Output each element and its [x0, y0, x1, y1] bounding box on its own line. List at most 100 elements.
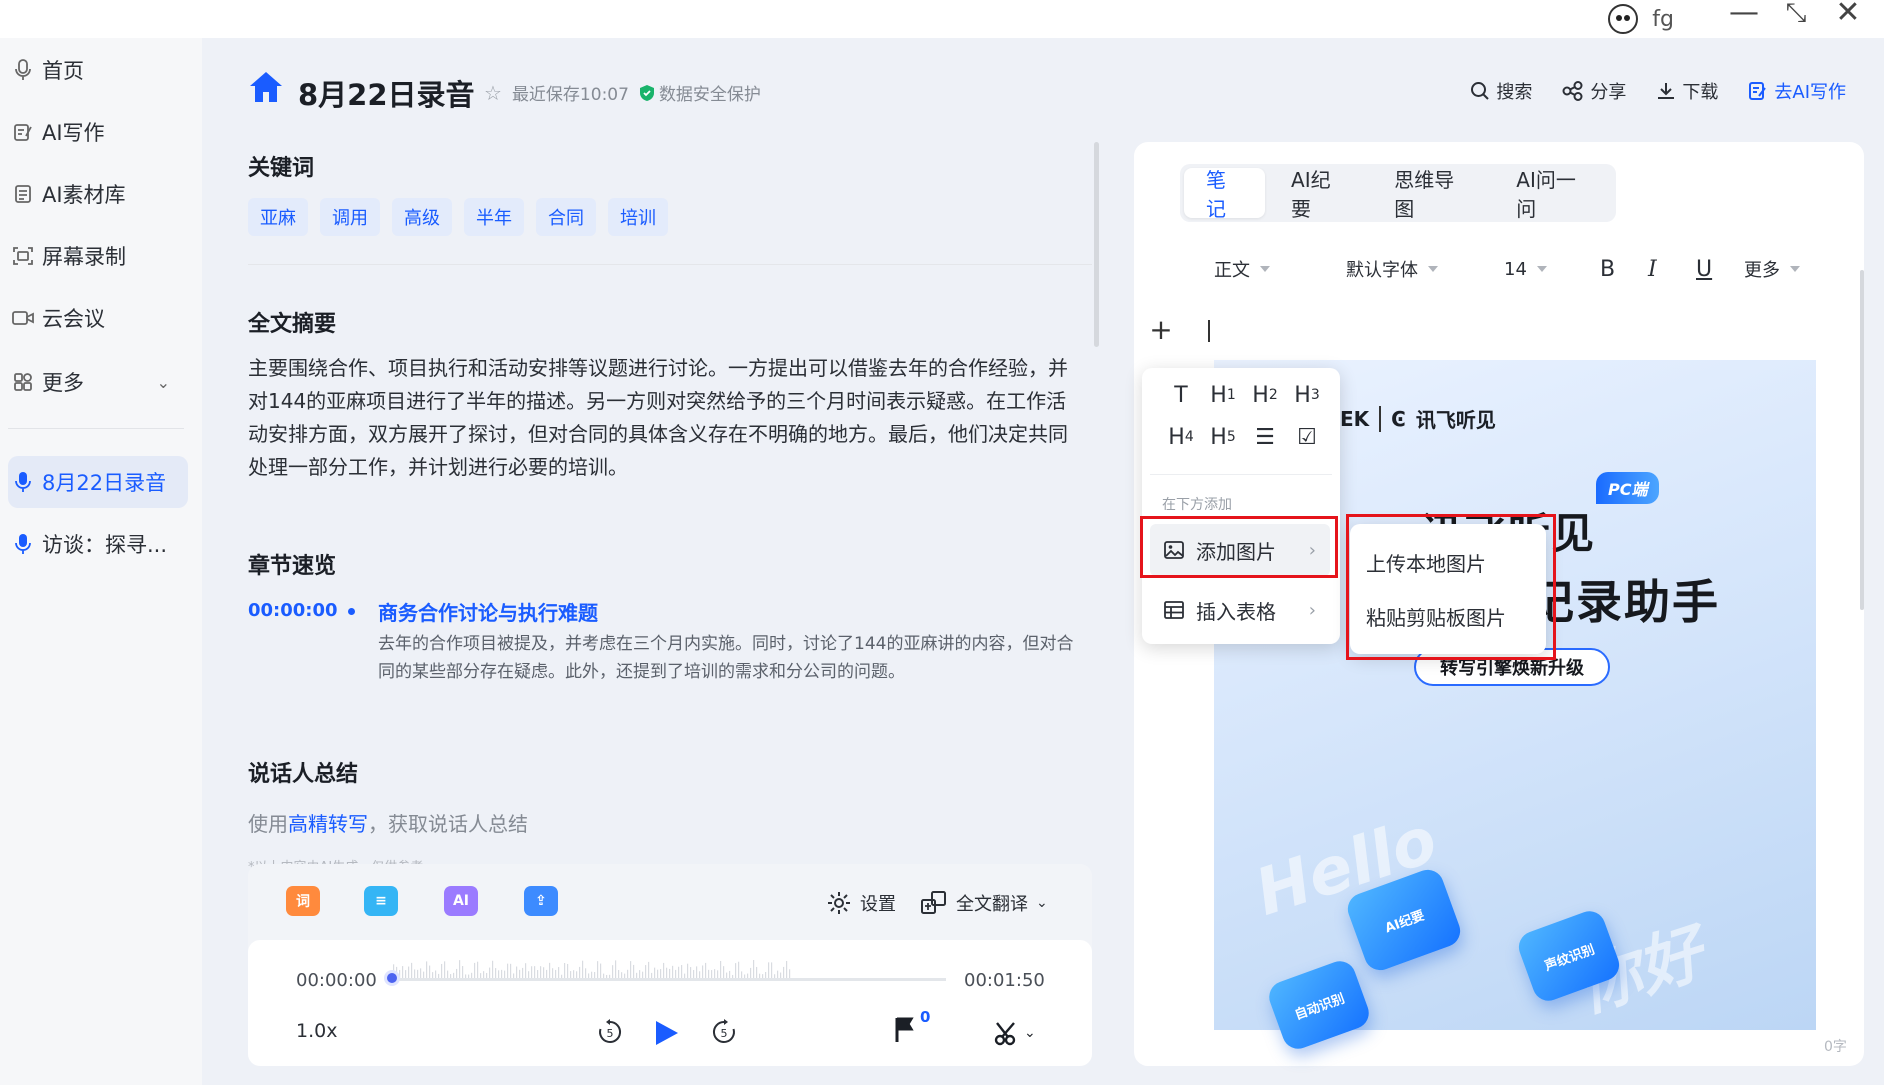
minimize-icon[interactable]: — — [1724, 0, 1764, 30]
sidebar-item-more[interactable]: 更多 ⌄ — [8, 356, 188, 408]
search-button[interactable]: 搜索 — [1470, 78, 1532, 104]
sidebar-recording-interview[interactable]: 访谈：探寻... — [8, 518, 188, 570]
page-title[interactable]: 8月22日录音 — [298, 72, 475, 114]
sidebar-recording-active[interactable]: 8月22日录音 — [8, 456, 188, 508]
waveform-bar — [729, 970, 731, 978]
caret-down-icon — [1260, 266, 1270, 272]
chapter-time[interactable]: 00:00:00 — [248, 600, 338, 621]
tab-mindmap[interactable]: 思维导图 — [1372, 168, 1490, 221]
bullet-list-icon[interactable]: ☰ — [1244, 424, 1286, 450]
waveform-bar — [723, 966, 725, 978]
home-icon[interactable] — [248, 70, 284, 108]
ai-write-button[interactable]: 去AI写作 — [1748, 78, 1846, 104]
poster-subheadline: 记录助手 — [1528, 575, 1720, 629]
chapter-title[interactable]: 商务合作讨论与执行难题 — [378, 597, 598, 626]
brand-logo-icon: EK — [1340, 406, 1370, 431]
waveform-bar — [663, 962, 665, 978]
speed-button[interactable]: 1.0x — [296, 1020, 337, 1042]
insert-table-item[interactable]: 插入表格 › — [1150, 584, 1330, 636]
block-type-grid: T H1 H2 H3 H4 H5 ☰ ☑ — [1160, 382, 1330, 450]
chevron-down-icon: ⌄ — [1036, 895, 1048, 911]
word-tool-icon[interactable]: 词 — [286, 886, 320, 916]
export-tool-icon[interactable]: ⇪ — [524, 886, 558, 916]
waveform-bar — [615, 960, 617, 978]
scrollbar[interactable] — [1860, 270, 1864, 610]
chapters-title: 章节速览 — [248, 554, 337, 579]
avatar[interactable] — [1608, 4, 1639, 34]
caret-down-icon — [1790, 266, 1800, 272]
waveform-bar — [483, 971, 485, 978]
waveform-bar — [705, 962, 707, 978]
underline-icon[interactable]: U — [1696, 257, 1744, 282]
waveform-bar — [570, 971, 572, 978]
text-style-select[interactable]: 正文 — [1214, 256, 1346, 282]
share-button[interactable]: 分享 — [1562, 78, 1626, 104]
play-icon[interactable] — [650, 1018, 680, 1052]
translate-button[interactable]: 全文翻译 ⌄ — [920, 890, 1048, 916]
forward-5-icon[interactable]: 5 — [710, 1018, 738, 1050]
keyword-tag[interactable]: 调用 — [320, 198, 380, 236]
h5-icon[interactable]: H5 — [1202, 424, 1244, 450]
h2-icon[interactable]: H2 — [1244, 382, 1286, 408]
more-format-select[interactable]: 更多 — [1744, 256, 1800, 282]
user-info[interactable]: fg — [1608, 4, 1674, 34]
bold-icon[interactable]: B — [1600, 257, 1648, 282]
sidebar-item-cloud-meeting[interactable]: 云会议 — [8, 292, 188, 344]
sidebar-item-ai-library[interactable]: AI素材库 — [8, 168, 188, 220]
tab-notes[interactable]: 笔记 — [1184, 168, 1266, 221]
waveform-bar — [756, 966, 758, 978]
tab-ai-summary[interactable]: AI纪要 — [1269, 168, 1368, 221]
h3-icon[interactable]: H3 — [1286, 382, 1328, 408]
waveform-bar — [495, 968, 497, 978]
waveform-bar — [411, 962, 413, 978]
star-icon[interactable]: ☆ — [484, 81, 502, 105]
recording-label: 访谈：探寻... — [42, 533, 168, 557]
screen-record-icon — [12, 245, 34, 267]
cut-button[interactable]: ⌄ — [994, 1020, 1036, 1046]
settings-button[interactable]: 设置 — [826, 890, 896, 916]
sidebar-item-screen-record[interactable]: 屏幕录制 — [8, 230, 188, 282]
font-select[interactable]: 默认字体 — [1346, 256, 1504, 282]
waveform-bar — [678, 966, 680, 978]
restore-icon[interactable]: ⤡ — [1776, 0, 1816, 30]
keyword-tag[interactable]: 半年 — [464, 198, 524, 236]
top-actions: 搜索 分享 下载 去AI写作 — [1470, 78, 1846, 104]
list-tool-icon[interactable]: ≡ — [364, 886, 398, 916]
add-block-button[interactable]: + — [1146, 316, 1176, 346]
progress-thumb[interactable] — [384, 970, 400, 986]
sidebar-item-home[interactable]: 首页 — [8, 44, 188, 96]
keyword-tag[interactable]: 培训 — [608, 198, 668, 236]
h4-icon[interactable]: H4 — [1160, 424, 1202, 450]
mic-icon — [12, 59, 34, 81]
text-type-icon[interactable]: T — [1160, 382, 1202, 408]
waveform-bar — [414, 969, 416, 978]
waveform-bar — [555, 969, 557, 978]
tab-ai-ask[interactable]: AI问一问 — [1494, 168, 1612, 221]
close-icon[interactable]: ✕ — [1828, 0, 1868, 30]
flag-icon — [895, 1017, 914, 1042]
sidebar-item-ai-write[interactable]: AI写作 — [8, 106, 188, 158]
share-icon — [1562, 81, 1583, 101]
flag-count: 0 — [920, 1008, 931, 1026]
chevron-down-icon: ⌄ — [1024, 1025, 1036, 1041]
download-button[interactable]: 下载 — [1656, 78, 1718, 104]
panel-tabs: 笔记 AI纪要 思维导图 AI问一问 — [1180, 164, 1616, 222]
waveform-bar — [681, 965, 683, 978]
progress-track[interactable] — [390, 978, 946, 981]
waveform-bar — [576, 971, 578, 978]
waveform-bar — [771, 962, 773, 978]
keyword-tag[interactable]: 高级 — [392, 198, 452, 236]
font-size-select[interactable]: 14 — [1504, 259, 1600, 280]
italic-icon[interactable]: I — [1648, 257, 1696, 282]
h1-icon[interactable]: H1 — [1202, 382, 1244, 408]
rewind-5-icon[interactable]: 5 — [596, 1018, 624, 1050]
checkbox-icon[interactable]: ☑ — [1286, 424, 1328, 450]
ai-tool-icon[interactable]: AI — [444, 886, 478, 916]
keyword-tag[interactable]: 亚麻 — [248, 198, 308, 236]
word-count: 0字 — [1824, 1039, 1847, 1055]
keyword-tag[interactable]: 合同 — [536, 198, 596, 236]
scrollbar[interactable] — [1094, 142, 1099, 347]
poster-keys: AI纪要 声纹识别 自动识别 — [1214, 760, 1816, 1054]
hq-transcribe-link[interactable]: 高精转写 — [288, 812, 368, 836]
flag-button[interactable]: 0 — [894, 1008, 930, 1048]
